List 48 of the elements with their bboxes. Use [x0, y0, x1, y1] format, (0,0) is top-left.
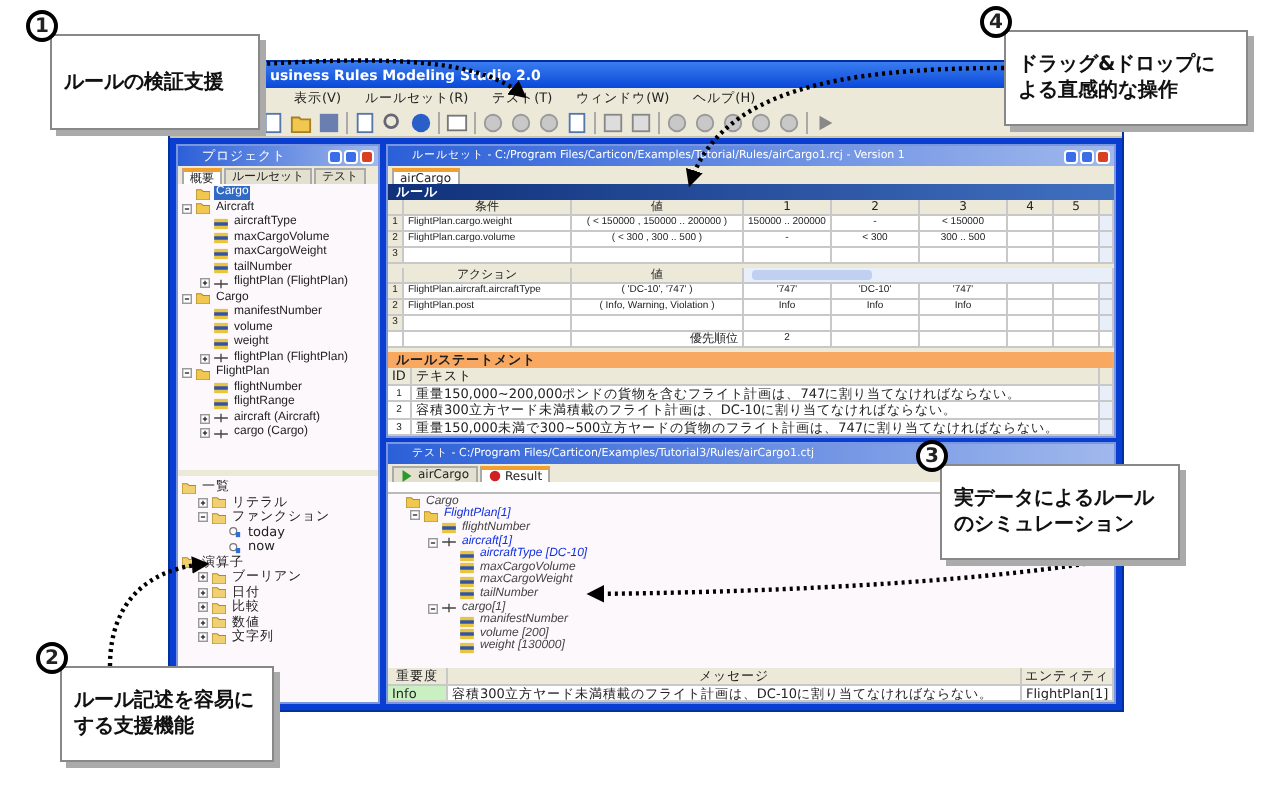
- expand-icon[interactable]: [198, 572, 208, 583]
- collapse-icon[interactable]: [198, 512, 208, 523]
- callout-text: ドラッグ&ドロップによる直感的な操作: [1018, 52, 1218, 104]
- expand-icon[interactable]: [198, 632, 208, 643]
- folder-icon: [196, 292, 210, 305]
- folder-icon: [182, 556, 196, 569]
- step-number: 4: [980, 6, 1012, 38]
- close-button[interactable]: [360, 149, 374, 163]
- expand-icon[interactable]: [200, 353, 210, 364]
- collapse-icon[interactable]: [182, 203, 192, 214]
- expand-icon[interactable]: [198, 497, 208, 508]
- page-icon[interactable]: [354, 111, 376, 133]
- page-icon[interactable]: [566, 111, 588, 133]
- maximize-button[interactable]: [1080, 149, 1094, 163]
- scrollbar[interactable]: [744, 268, 1114, 284]
- maximize-button[interactable]: [344, 149, 358, 163]
- expand-icon[interactable]: [200, 428, 210, 439]
- collapse-icon[interactable]: [182, 368, 192, 379]
- collapse-icon[interactable]: [182, 293, 192, 304]
- expand-icon[interactable]: [200, 413, 210, 424]
- square-icon[interactable]: [630, 111, 652, 133]
- connector-icon: [214, 277, 228, 290]
- expand-icon[interactable]: [200, 278, 210, 289]
- grid-icon[interactable]: [446, 111, 468, 133]
- help-icon[interactable]: [410, 111, 432, 133]
- record-icon: [487, 470, 502, 482]
- callout-text: ルール記述を容易にする支援機能: [74, 688, 256, 740]
- expand-icon[interactable]: [198, 587, 208, 598]
- expand-icon[interactable]: [198, 602, 208, 613]
- minimize-button[interactable]: [1064, 149, 1078, 163]
- close-button[interactable]: [1096, 149, 1110, 163]
- step-number: 2: [36, 642, 68, 674]
- step-number: 1: [26, 10, 58, 42]
- expand-icon[interactable]: [198, 617, 208, 628]
- circle-icon[interactable]: [722, 111, 744, 133]
- square-icon[interactable]: [602, 111, 624, 133]
- folder-icon: [196, 367, 210, 380]
- minimize-button[interactable]: [328, 149, 342, 163]
- connector-icon: [214, 352, 228, 365]
- collapse-icon[interactable]: [428, 537, 438, 548]
- callout-text: 実データによるルールのシミュレーション: [954, 486, 1157, 538]
- connector-icon: [442, 536, 456, 549]
- connector-icon: [442, 602, 456, 615]
- collapse-icon[interactable]: [410, 510, 420, 521]
- search-icon[interactable]: [382, 111, 404, 133]
- collapse-icon[interactable]: [428, 603, 438, 614]
- folder-icon: [182, 481, 196, 494]
- callout-text: ルールの検証支援: [64, 69, 224, 95]
